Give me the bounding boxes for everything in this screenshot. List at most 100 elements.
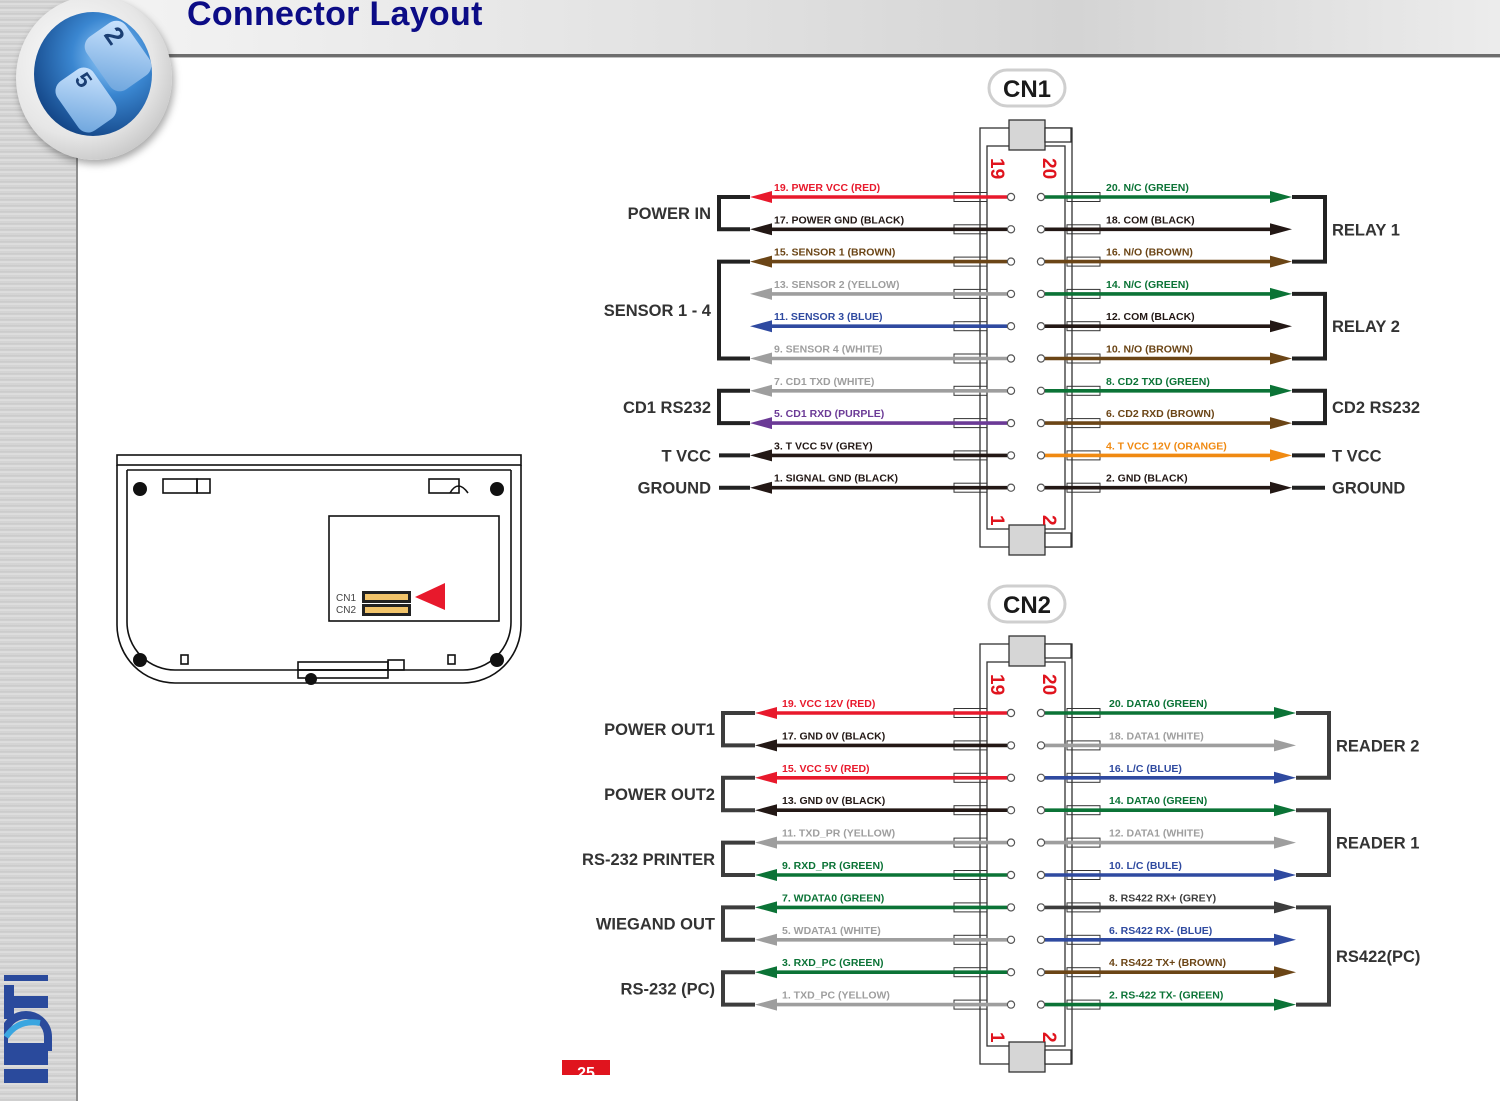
pin-contact — [1036, 386, 1046, 395]
arrow-right-icon — [1274, 771, 1296, 784]
wire-label: 9. RXD_PR (GREEN) — [782, 860, 884, 872]
wire-label: 11. TXD_PR (YELLOW) — [782, 828, 895, 840]
pin-number-label: 2 — [1038, 515, 1059, 526]
group-relay-2: RELAY 2 — [1292, 291, 1400, 361]
arrow-left-icon — [755, 901, 777, 914]
arrow-right-icon — [1270, 481, 1292, 494]
wire-pin-17: 17. POWER GND (BLACK) — [750, 214, 1016, 236]
group-label: RELAY 2 — [1332, 318, 1400, 336]
wire-label: 18. DATA1 (WHITE) — [1109, 730, 1204, 742]
pin-contact — [1036, 483, 1046, 492]
wire-label: 19. VCC 12V (RED) — [782, 698, 875, 710]
wire-pin-13: 13. SENSOR 2 (YELLOW) — [750, 279, 1016, 300]
connector-cn1: CN1 19 20 1 2 19. PWER VCC (RED) 17. POWER GND… — [604, 68, 1420, 556]
pin-contact — [1006, 418, 1016, 428]
wire-pin-15: 15. VCC 5V (RED) — [755, 763, 1016, 784]
wire-label: 17. POWER GND (BLACK) — [774, 214, 904, 226]
pin-contact — [1006, 322, 1016, 331]
arrow-right-icon — [1270, 191, 1292, 203]
wire-label: 7. WDATA0 (GREEN) — [782, 892, 884, 904]
group-sensor-1-4: SENSOR 1 - 4 — [604, 259, 750, 361]
group-ground: GROUND — [638, 480, 750, 498]
group-wiegand-out: WIEGAND OUT — [596, 905, 755, 942]
pin-contact — [1006, 741, 1016, 750]
wire-label: 4. RS422 TX+ (BROWN) — [1109, 957, 1226, 969]
arrow-left-icon — [755, 771, 777, 784]
wire-label: 14. DATA0 (GREEN) — [1109, 795, 1207, 807]
group-power-out2: POWER OUT2 — [604, 775, 755, 813]
group-label: POWER IN — [628, 205, 711, 223]
wire-label: 15. VCC 5V (RED) — [782, 763, 870, 775]
pin-contact — [1006, 257, 1016, 266]
arrow-right-icon — [1270, 223, 1292, 236]
wire-label: 13. SENSOR 2 (YELLOW) — [774, 279, 899, 291]
pin-contact — [1006, 225, 1016, 234]
group-label: READER 2 — [1336, 737, 1419, 755]
group-rs-232-printer: RS-232 PRINTER — [582, 840, 755, 877]
arrow-left-icon — [755, 869, 777, 881]
group-label: READER 1 — [1336, 835, 1419, 853]
wire-label: 15. SENSOR 1 (BROWN) — [774, 247, 895, 259]
arrow-right-icon — [1270, 255, 1292, 268]
wire-label: 12. DATA1 (WHITE) — [1109, 828, 1204, 840]
wire-pin-10: 10. N/O (BROWN) — [1036, 344, 1292, 365]
group-bracket — [717, 195, 750, 232]
group-label: CD1 RS232 — [623, 399, 711, 417]
group-label: T VCC — [1332, 447, 1382, 465]
connector-key-bottom — [1044, 1049, 1072, 1065]
wire-pin-3: 3. RXD_PC (GREEN) — [755, 957, 1016, 979]
arrow-left-icon — [750, 223, 772, 236]
wire-label: 19. PWER VCC (RED) — [774, 182, 880, 194]
pin-contact — [1036, 418, 1046, 428]
wire-pin-18: 18. DATA1 (WHITE) — [1036, 730, 1296, 752]
wire-pin-20: 20. DATA0 (GREEN) — [1036, 698, 1296, 719]
wire-label: 12. COM (BLACK) — [1106, 311, 1195, 323]
pin-number-label: 1 — [986, 515, 1007, 526]
wire-label: 9. SENSOR 4 (WHITE) — [774, 344, 883, 356]
group-reader-1: READER 1 — [1296, 808, 1419, 877]
group-bracket — [1296, 808, 1331, 877]
group-bracket — [717, 259, 750, 361]
connector-key-top — [1044, 643, 1072, 659]
wire-label: 3. T VCC 5V (GREY) — [774, 440, 873, 452]
wire-label: 18. COM (BLACK) — [1106, 214, 1195, 226]
wire-pin-4: 4. RS422 TX+ (BROWN) — [1036, 957, 1296, 979]
wire-label: 6. RS422 RX- (BLUE) — [1109, 925, 1212, 937]
pin-contact — [1006, 806, 1016, 815]
wire-label: 16. L/C (BLUE) — [1109, 763, 1182, 775]
group-t-vcc: T VCC — [662, 447, 750, 465]
pin-contact — [1036, 257, 1046, 266]
connector-cn2: CN2 19 20 1 2 19. VCC 12V (RED) 17. GND 0V (BL… — [582, 584, 1420, 1073]
wire-label: 20. DATA0 (GREEN) — [1109, 698, 1207, 710]
wire-pin-17: 17. GND 0V (BLACK) — [755, 730, 1016, 752]
pin-contact — [1036, 838, 1046, 847]
arrow-right-icon — [1274, 901, 1296, 914]
group-label: SENSOR 1 - 4 — [604, 302, 712, 320]
wire-pin-8: 8. CD2 TXD (GREEN) — [1036, 376, 1292, 397]
group-bracket — [721, 840, 755, 877]
pin-contact — [1006, 1000, 1016, 1009]
arrow-right-icon — [1270, 287, 1292, 300]
wire-label: 4. T VCC 12V (ORANGE) — [1106, 440, 1227, 452]
arrow-left-icon — [750, 481, 772, 494]
wire-label: 10. N/O (BROWN) — [1106, 344, 1193, 356]
pin-contact — [1036, 708, 1046, 718]
pin-number-label: 19 — [986, 674, 1007, 695]
group-rs422-pc-: RS422(PC) — [1296, 905, 1420, 1007]
wire-pin-19: 19. PWER VCC (RED) — [750, 182, 1016, 203]
wire-pin-8: 8. RS422 RX+ (GREY) — [1036, 892, 1296, 914]
group-label: POWER OUT1 — [604, 721, 715, 739]
connector-housing-inner — [986, 661, 1066, 1047]
pin-number-label: 2 — [1038, 1032, 1059, 1043]
wire-pin-9: 9. SENSOR 4 (WHITE) — [750, 344, 1016, 365]
pin-contact — [1006, 354, 1016, 363]
group-bracket — [1292, 291, 1327, 361]
arrow-left-icon — [755, 933, 777, 946]
group-reader-2: READER 2 — [1296, 711, 1419, 780]
group-ground: GROUND — [1292, 480, 1405, 498]
connector-latch-top — [1008, 119, 1046, 151]
wire-pin-18: 18. COM (BLACK) — [1036, 214, 1292, 236]
pin-contact — [1036, 322, 1046, 331]
group-bracket — [1296, 905, 1331, 1007]
pin-contact — [1036, 225, 1046, 234]
